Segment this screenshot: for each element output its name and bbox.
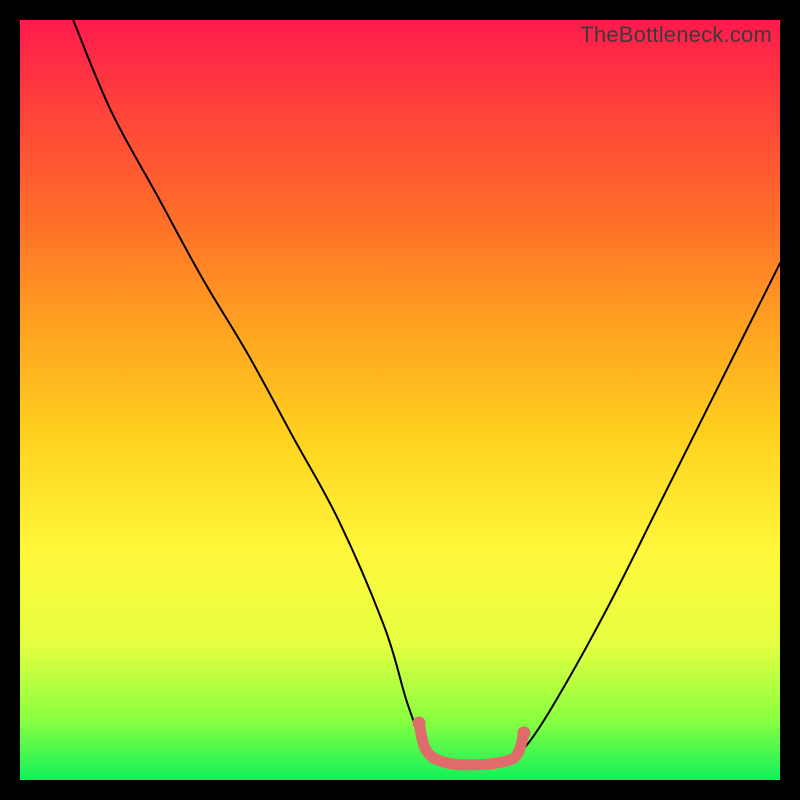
highlight-endpoint-right — [517, 726, 530, 739]
plot-area: TheBottleneck.com — [20, 20, 780, 780]
chart-svg — [20, 20, 780, 780]
watermark-text: TheBottleneck.com — [580, 22, 772, 48]
chart-container: TheBottleneck.com — [0, 0, 800, 800]
highlight-endpoint-left — [413, 717, 426, 730]
main-curve — [73, 20, 780, 765]
flat-bottom-highlight — [419, 723, 524, 765]
